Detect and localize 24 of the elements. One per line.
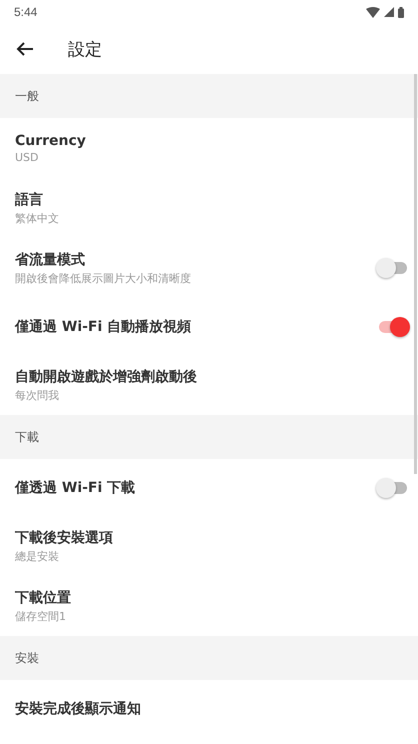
setting-value: 開啟後會降低展示圖片大小和清晰度 — [15, 270, 191, 286]
setting-title[interactable]: 下載位置 — [15, 588, 71, 606]
setting-title[interactable]: 僅透過 Wi-Fi 下載 — [15, 478, 136, 496]
section-header: 安裝 — [0, 636, 418, 680]
wifi-icon — [366, 6, 380, 18]
setting-value: 儲存空間1 — [15, 608, 66, 624]
setting-title[interactable]: 自動開啟遊戲於增強劑啟動後 — [15, 368, 197, 386]
setting-value: USD — [15, 150, 39, 164]
back-arrow-icon[interactable] — [16, 42, 34, 56]
setting-title[interactable]: 僅通過 Wi-Fi 自動播放視頻 — [15, 318, 192, 336]
page-title: 設定 — [68, 38, 102, 60]
battery-icon — [398, 6, 404, 18]
setting-title[interactable]: Currency — [15, 132, 86, 148]
setting-value: 繁体中文 — [15, 210, 59, 226]
setting-value: 每次問我 — [15, 388, 59, 402]
setting-title[interactable]: 下載後安裝選項 — [15, 528, 113, 546]
setting-value: 總是安裝 — [15, 548, 59, 564]
setting-title[interactable]: 語言 — [15, 190, 43, 208]
section-header: 下載 — [0, 415, 418, 459]
status-time: 5:44 — [14, 5, 38, 19]
setting-title[interactable]: 省流量模式 — [15, 250, 85, 268]
section-header: 一般 — [0, 74, 418, 118]
signal-icon — [384, 7, 394, 17]
setting-title[interactable]: 安裝完成後顯示通知 — [15, 700, 141, 718]
